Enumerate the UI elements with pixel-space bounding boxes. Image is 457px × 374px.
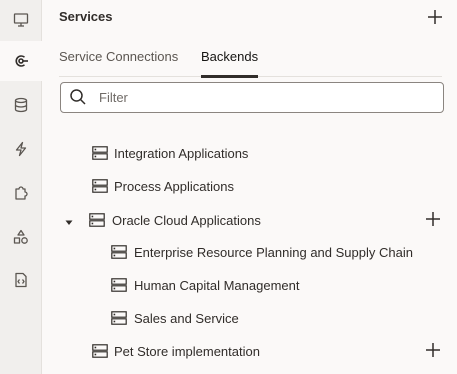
tab-service-connections[interactable]: Service Connections xyxy=(59,49,178,75)
monitor-icon[interactable] xyxy=(0,0,41,40)
tree-item-enterprise-resource-planning[interactable]: Enterprise Resource Planning and Supply … xyxy=(42,238,457,266)
backend-server-icon xyxy=(111,245,127,264)
tree-item-sales-and-service[interactable]: Sales and Service xyxy=(42,304,457,332)
tree-item-integration-applications[interactable]: Integration Applications xyxy=(42,139,457,167)
backend-server-icon xyxy=(92,146,108,165)
filter-input[interactable] xyxy=(99,87,429,107)
tree-item-oracle-cloud-applications[interactable]: Oracle Cloud Applications xyxy=(42,206,457,234)
database-icon[interactable] xyxy=(0,85,41,125)
tree-item-process-applications[interactable]: Process Applications xyxy=(42,172,457,200)
backend-server-icon xyxy=(92,344,108,363)
caret-down-icon[interactable] xyxy=(64,215,74,225)
search-icon xyxy=(69,88,87,111)
backend-server-icon xyxy=(111,311,127,330)
panel-title: Services xyxy=(59,9,113,24)
tree-item-label: Enterprise Resource Planning and Supply … xyxy=(134,245,413,260)
tab-bar: Service Connections Backends xyxy=(59,47,442,78)
filter-field[interactable] xyxy=(60,82,444,113)
add-service-button[interactable] xyxy=(426,8,444,26)
backend-server-icon xyxy=(111,278,127,297)
code-file-icon[interactable] xyxy=(0,260,41,300)
tree-item-label: Oracle Cloud Applications xyxy=(112,213,261,228)
tree-item-pet-store-implementation[interactable]: Pet Store implementation xyxy=(42,337,457,365)
backend-server-icon xyxy=(92,179,108,198)
tree-item-label: Process Applications xyxy=(114,179,234,194)
services-panel: Services Service Connections Backends In… xyxy=(42,0,457,374)
lightning-icon[interactable] xyxy=(0,129,41,169)
tree-item-human-capital-management[interactable]: Human Capital Management xyxy=(42,271,457,299)
service-connection-icon[interactable] xyxy=(0,41,42,81)
side-navigation-rail xyxy=(0,0,42,374)
tree-item-label: Integration Applications xyxy=(114,146,249,161)
add-backend-button[interactable] xyxy=(424,341,442,359)
add-backend-button[interactable] xyxy=(424,210,442,228)
tree-item-label: Human Capital Management xyxy=(134,278,300,293)
tab-backends[interactable]: Backends xyxy=(201,49,259,78)
backend-server-icon xyxy=(89,213,105,232)
tree-item-label: Sales and Service xyxy=(134,311,239,326)
puzzle-icon[interactable] xyxy=(0,173,41,213)
shapes-icon[interactable] xyxy=(0,217,41,257)
tree-item-label: Pet Store implementation xyxy=(114,344,260,359)
